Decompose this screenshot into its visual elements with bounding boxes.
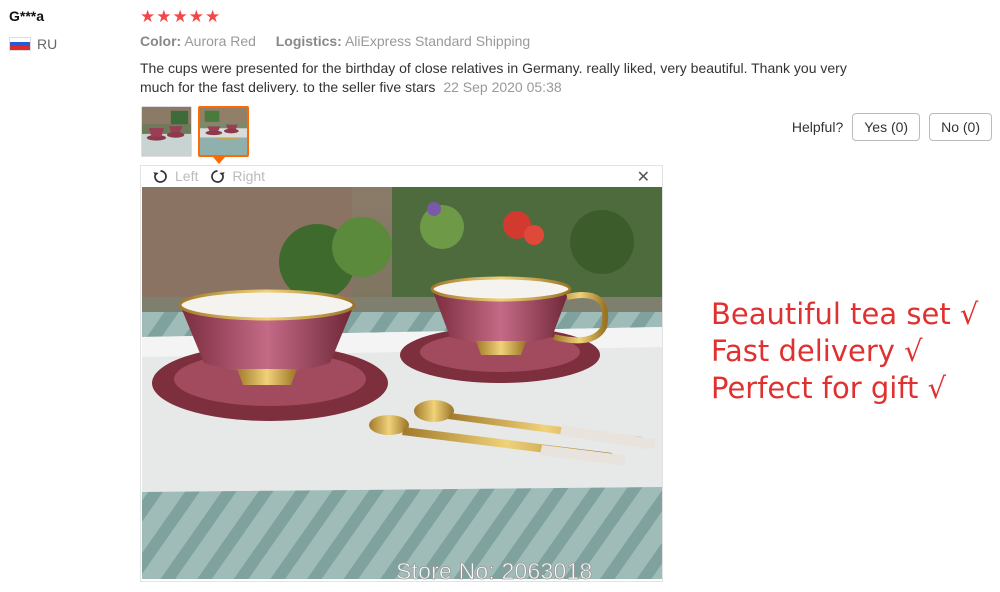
reviewer-country: RU [9,36,57,52]
reviewer-name: G***a [9,8,45,24]
store-watermark: Store No: 2063018 [396,558,593,585]
color-value: Aurora Red [184,33,256,49]
viewer-toolbar: Left Right [141,166,662,186]
star-icon: ★ [205,7,221,26]
helpful-yes-button[interactable]: Yes (0) [852,113,921,141]
logistics-value: AliExpress Standard Shipping [344,33,531,49]
close-icon[interactable]: ✕ [637,167,650,187]
star-icon: ★ [140,7,156,26]
rotate-right-icon [211,169,226,183]
star-icon: ★ [156,7,172,26]
star-icon: ★ [188,7,204,26]
review-thumbnails [141,106,249,157]
russia-flag-icon [9,37,31,51]
selected-thumbnail-caret [213,157,225,164]
star-rating: ★ ★ ★ ★ ★ [140,7,220,27]
rotate-left-label: Left [175,168,199,184]
review-photo-thumbnail[interactable] [141,106,192,157]
star-icon: ★ [172,7,188,26]
review-photo-large [142,187,662,579]
rotate-right-label: Right [232,168,266,184]
helpful-label: Helpful? [791,119,844,135]
order-meta: Color: Aurora Red Logistics: AliExpress … [140,33,530,49]
color-label: Color: [140,33,182,49]
promo-line-1: Beautiful tea set √ [711,297,979,331]
rotate-left-button[interactable]: Left [152,168,198,185]
helpful-voting: Helpful? Yes (0) No (0) [792,113,992,141]
promo-line-2: Fast delivery √ [711,334,923,368]
helpful-no-button[interactable]: No (0) [929,113,992,141]
image-viewer: Left Right ✕ [140,165,663,582]
tea-set-photo [142,187,662,579]
logistics-label: Logistics: [275,33,342,49]
promo-line-3: Perfect for gift √ [711,371,947,405]
review-date: 22 Sep 2020 05:38 [443,79,562,95]
review-photo-thumbnail-selected[interactable] [198,106,249,157]
rotate-left-icon [153,169,167,183]
promo-text: Beautiful tea set √ Fast delivery √ Perf… [711,296,978,407]
rotate-right-button[interactable]: Right [209,168,265,185]
country-code: RU [37,36,58,52]
review-body: The cups were presented for the birthday… [140,59,870,97]
